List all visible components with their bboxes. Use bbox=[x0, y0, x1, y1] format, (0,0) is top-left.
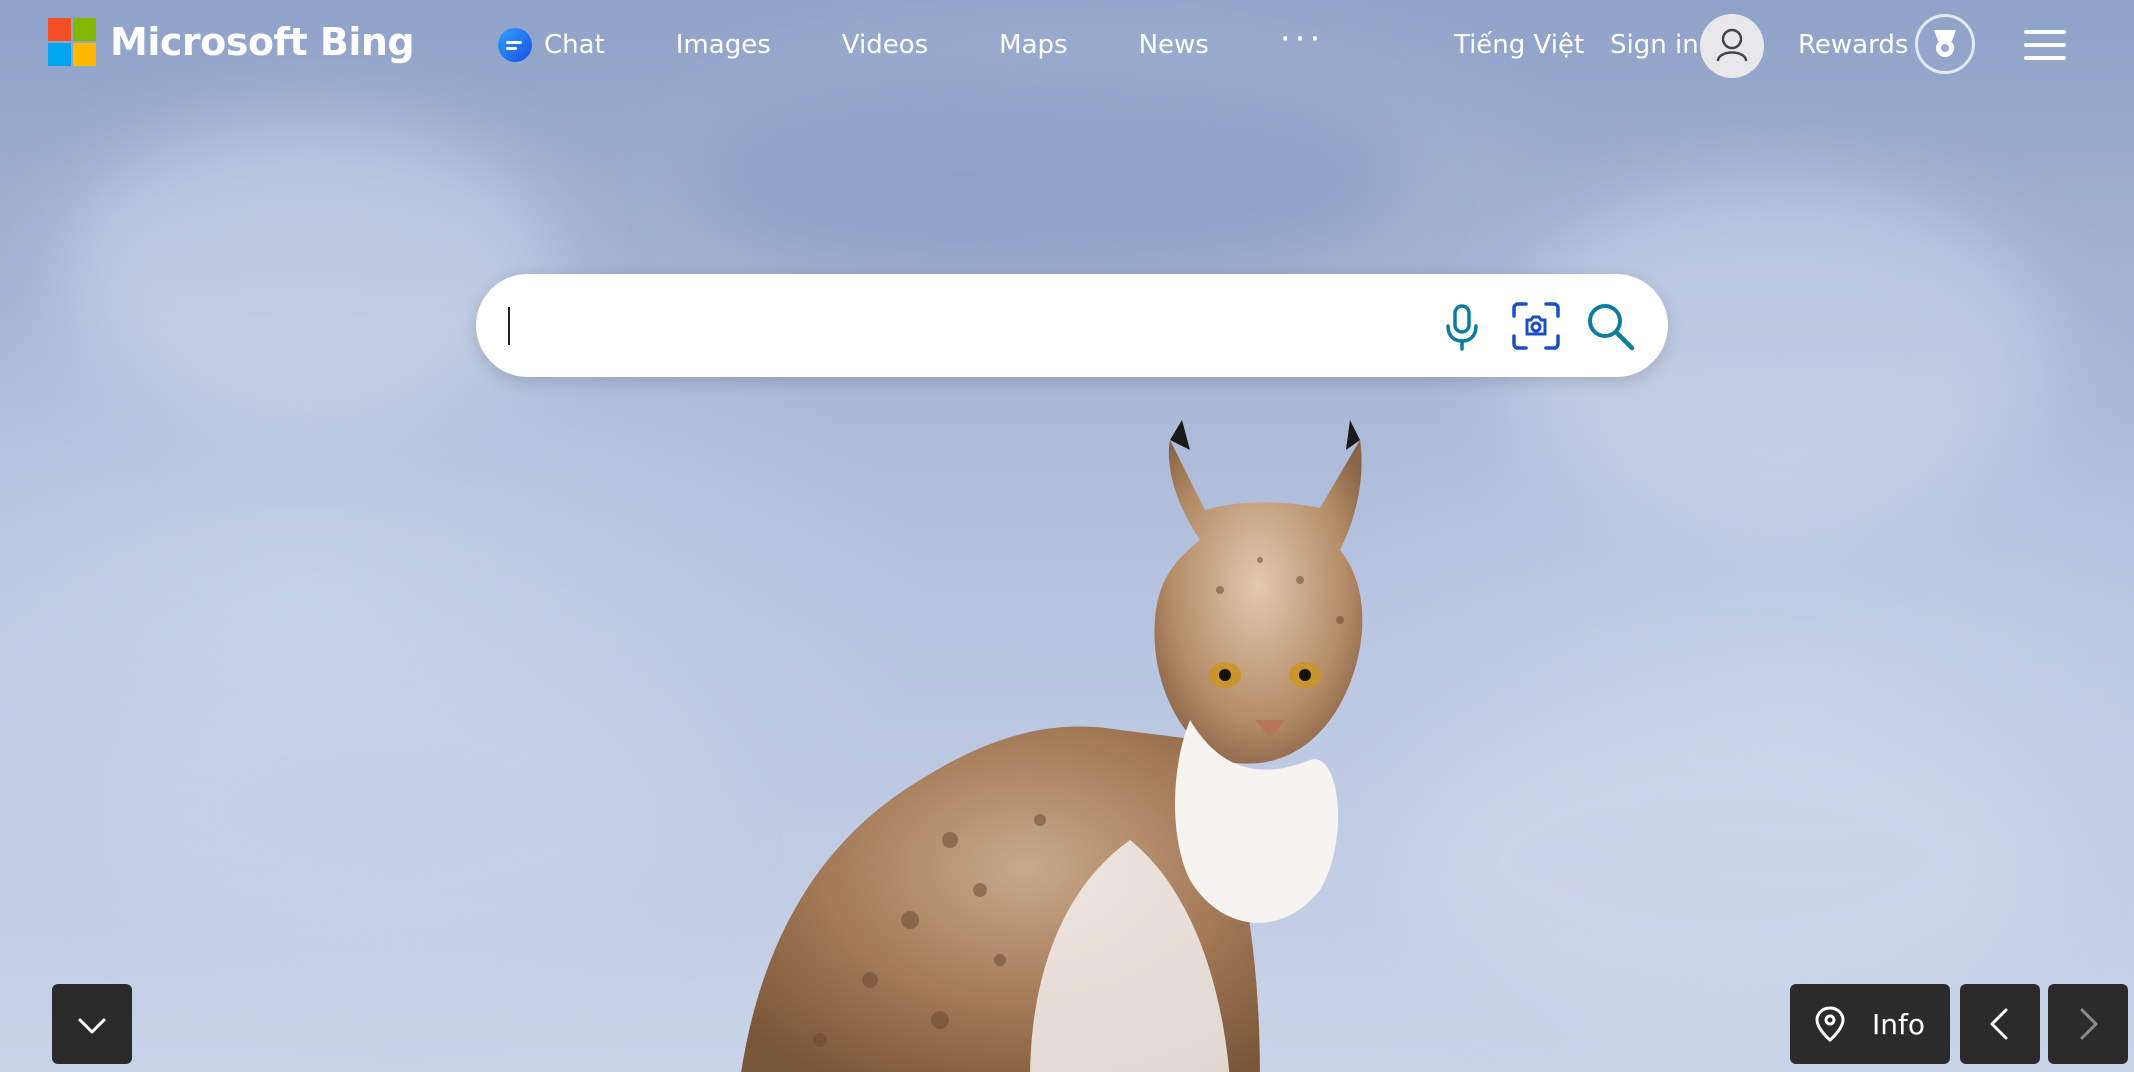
microsoft-logo-icon bbox=[48, 18, 96, 66]
sign-in-link[interactable]: Sign in bbox=[1610, 30, 1699, 60]
search-submit-button[interactable] bbox=[1582, 298, 1638, 354]
chevron-left-icon bbox=[1990, 1008, 2008, 1040]
chevron-right-icon bbox=[2080, 1008, 2098, 1040]
more-menu-button[interactable]: ··· bbox=[1280, 19, 1324, 59]
lynx-photo bbox=[741, 420, 1363, 1072]
visual-search-button[interactable] bbox=[1508, 298, 1564, 354]
search-input[interactable] bbox=[506, 298, 1510, 356]
nav-chat[interactable]: Chat bbox=[498, 28, 605, 62]
nav-news[interactable]: News bbox=[1139, 30, 1209, 60]
text-cursor bbox=[508, 307, 510, 345]
medal-icon bbox=[1934, 30, 1956, 57]
top-bar: Microsoft Bing Chat Images Videos Maps N… bbox=[0, 0, 2134, 96]
visual-search-camera-icon bbox=[1512, 302, 1560, 350]
chevron-down-icon bbox=[78, 1018, 106, 1034]
background-image bbox=[0, 0, 2134, 1072]
rewards-link[interactable]: Rewards bbox=[1798, 30, 1908, 60]
scroll-down-button[interactable] bbox=[52, 984, 132, 1064]
nav-news-label: News bbox=[1138, 30, 1209, 60]
previous-image-button[interactable] bbox=[1960, 984, 2040, 1064]
main-nav: Chat Images Videos Maps News ··· bbox=[498, 19, 1324, 62]
person-icon bbox=[1716, 28, 1748, 62]
hamburger-menu-button[interactable] bbox=[2024, 30, 2066, 62]
hamburger-menu-icon bbox=[2024, 30, 2066, 34]
nav-images[interactable]: Images bbox=[676, 30, 771, 60]
nav-videos[interactable]: Videos bbox=[842, 30, 928, 60]
microphone-icon bbox=[1446, 304, 1478, 351]
info-label: Info bbox=[1872, 1007, 1925, 1041]
nav-images-label: Images bbox=[675, 30, 771, 60]
nav-chat-label: Chat bbox=[544, 30, 605, 60]
bing-logo[interactable]: Microsoft Bing bbox=[48, 18, 415, 66]
next-image-button[interactable] bbox=[2048, 984, 2128, 1064]
chat-bubble-icon bbox=[498, 28, 532, 62]
voice-search-button[interactable] bbox=[1434, 298, 1490, 354]
image-info-button[interactable]: Info bbox=[1790, 984, 1950, 1064]
avatar-button[interactable] bbox=[1700, 14, 1764, 78]
location-pin-icon bbox=[1815, 1006, 1845, 1042]
brand-name: Microsoft Bing bbox=[110, 20, 415, 64]
nav-maps-label: Maps bbox=[999, 30, 1068, 60]
rewards-medal-button[interactable] bbox=[1915, 14, 1975, 74]
nav-videos-label: Videos bbox=[841, 30, 929, 60]
search-box bbox=[476, 274, 1668, 377]
nav-maps[interactable]: Maps bbox=[999, 30, 1067, 60]
language-link[interactable]: Tiếng Việt bbox=[1454, 30, 1584, 60]
search-icon bbox=[1588, 304, 1635, 351]
